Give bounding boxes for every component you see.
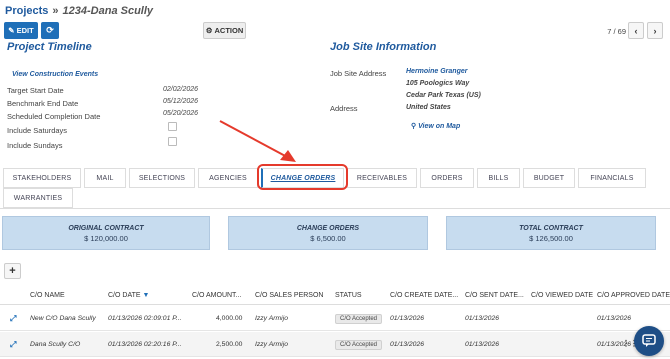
target-start-value: 02/02/2026 (163, 86, 199, 93)
column-header-status[interactable]: STATUS (335, 292, 362, 299)
job-site-title: Job Site Information (330, 41, 437, 53)
chevron-left-icon: ‹ (634, 25, 638, 36)
chat-button[interactable] (634, 326, 664, 356)
tab-agencies[interactable]: AGENCIES (198, 168, 258, 188)
add-change-order-button[interactable]: + (4, 263, 21, 279)
tab-bills[interactable]: BILLS (477, 168, 520, 188)
view-on-map-label: View on Map (418, 123, 461, 130)
tab-stakeholders[interactable]: STAKEHOLDERS (3, 168, 81, 188)
column-header-co-name[interactable]: C/O NAME (30, 292, 65, 299)
column-header-co-sales-person[interactable]: C/O SALES PERSON (255, 292, 323, 299)
view-on-map-link[interactable]: ⚲ View on Map (411, 122, 460, 130)
include-sundays-label: Include Sundays (7, 141, 63, 150)
benchmark-end-label: Benchmark End Date (7, 99, 79, 108)
breadcrumb-projects-link[interactable]: Projects (5, 5, 48, 17)
arrow-shaft (219, 120, 290, 159)
original-contract-value: $ 120,000.00 (84, 234, 128, 243)
top-bar: Projects » 1234-Dana Scully ✎ EDIT ⟳ ⚙ ACTIO… (0, 0, 670, 46)
action-button[interactable]: ⚙ ACTION (203, 22, 246, 39)
refresh-button[interactable]: ⟳ (41, 22, 59, 39)
job-site-contact-link[interactable]: Hermoine Granger (406, 68, 467, 75)
expand-icon[interactable]: ⤢ (10, 340, 16, 350)
pencil-icon: ✎ (8, 26, 15, 35)
edit-button-label: EDIT (16, 26, 34, 35)
change-orders-card-title: CHANGE ORDERS (296, 225, 360, 232)
total-contract-title: TOTAL CONTRACT (519, 225, 583, 232)
co-create-date-cell: 01/13/2026 (390, 341, 425, 348)
job-site-city: Cedar Park Texas (US) (406, 92, 481, 99)
benchmark-end-value: 05/12/2026 (163, 98, 199, 105)
include-sundays-checkbox[interactable] (168, 137, 177, 146)
co-create-date-cell: 01/13/2026 (390, 315, 425, 322)
original-contract-card: ORIGINAL CONTRACT $ 120,000.00 (2, 216, 210, 250)
job-site-street: 105 Poologics Way (406, 80, 470, 87)
change-orders-card: CHANGE ORDERS $ 6,500.00 (228, 216, 428, 250)
map-marker-icon: ⚲ (411, 123, 417, 130)
record-pager: 7 / 69 (607, 27, 626, 36)
status-badge: C/O Accepted (335, 340, 383, 350)
sort-desc-icon: ▼ (142, 292, 150, 299)
refresh-icon: ⟳ (46, 25, 54, 35)
tab-budget[interactable]: BUDGET (523, 168, 575, 188)
job-site-country: United States (406, 104, 451, 111)
job-site-address-label: Job Site Address (330, 69, 387, 78)
co-sent-date-cell: 01/13/2026 (465, 315, 500, 322)
gear-icon: ⚙ (205, 26, 213, 35)
table-row[interactable]: ⤢ Dana Scully C/O 01/13/2026 02:20:16 P.… (0, 332, 670, 357)
co-date-cell: 01/13/2026 02:20:16 P... (108, 341, 182, 348)
edit-button[interactable]: ✎ EDIT (4, 22, 38, 39)
co-date-cell: 01/13/2026 02:09:01 P... (108, 315, 182, 322)
chevron-right-icon: › (653, 25, 657, 36)
co-date-header-label: C/O DATE (108, 292, 141, 299)
column-header-co-viewed-date[interactable]: C/O VIEWED DATE (531, 292, 593, 299)
change-orders-highlight (257, 164, 348, 190)
scheduled-completion-label: Scheduled Completion Date (7, 112, 101, 121)
table-header-divider (0, 304, 670, 305)
co-name-cell: New C/O Dana Scully (30, 315, 96, 322)
column-header-co-approved-date[interactable]: C/O APPROVED DATE (597, 292, 670, 299)
address-label: Address (330, 104, 358, 113)
previous-record-button[interactable]: ‹ (628, 22, 644, 39)
tab-warranties[interactable]: WARRANTIES (3, 188, 73, 208)
status-badge: C/O Accepted (335, 314, 383, 324)
table-row[interactable]: ⤢ New C/O Dana Scully 01/13/2026 02:09:0… (0, 306, 670, 331)
total-contract-card: TOTAL CONTRACT $ 126,500.00 (446, 216, 656, 250)
co-sales-person-cell: Izzy Armijo (255, 315, 288, 322)
view-construction-events-link[interactable]: View Construction Events (12, 71, 98, 78)
include-saturdays-checkbox[interactable] (168, 122, 177, 131)
scheduled-completion-value: 05/20/2026 (163, 110, 199, 117)
co-approved-date-cell: 01/13/2026 (597, 315, 632, 322)
breadcrumb-separator: » (52, 5, 59, 17)
co-sales-person-cell: Izzy Armijo (255, 341, 288, 348)
include-saturdays-label: Include Saturdays (7, 126, 68, 135)
next-record-button[interactable]: › (647, 22, 663, 39)
column-header-co-date[interactable]: C/O DATE ▼ (108, 292, 149, 299)
co-amount-cell: 2,500.00 (216, 341, 243, 348)
tab-selections[interactable]: SELECTIONS (129, 168, 195, 188)
tab-mail[interactable]: MAIL (84, 168, 126, 188)
column-header-co-create-date[interactable]: C/O CREATE DATE... (390, 292, 458, 299)
original-contract-title: ORIGINAL CONTRACT (68, 225, 144, 232)
arrow-head (280, 150, 296, 162)
chat-bubble-icon (642, 334, 656, 347)
column-header-co-sent-date[interactable]: C/O SENT DATE... (465, 292, 524, 299)
breadcrumb-current: 1234-Dana Scully (62, 5, 154, 17)
change-orders-card-value: $ 6,500.00 (310, 234, 346, 243)
co-name-cell: Dana Scully C/O (30, 341, 81, 348)
expand-icon[interactable]: ⤢ (10, 314, 16, 324)
co-amount-cell: 4,000.00 (216, 315, 243, 322)
column-header-co-amount[interactable]: C/O AMOUNT... (192, 292, 241, 299)
project-timeline-title: Project Timeline (7, 41, 92, 53)
action-button-label: ACTION (214, 26, 244, 35)
tab-receivables[interactable]: RECEIVABLES (347, 168, 417, 188)
co-sent-date-cell: 01/13/2026 (465, 341, 500, 348)
breadcrumb: Projects » 1234-Dana Scully (5, 5, 153, 17)
tab-orders[interactable]: ORDERS (420, 168, 474, 188)
tab-financials[interactable]: FINANCIALS (578, 168, 646, 188)
total-contract-value: $ 126,500.00 (529, 234, 573, 243)
target-start-label: Target Start Date (7, 86, 64, 95)
